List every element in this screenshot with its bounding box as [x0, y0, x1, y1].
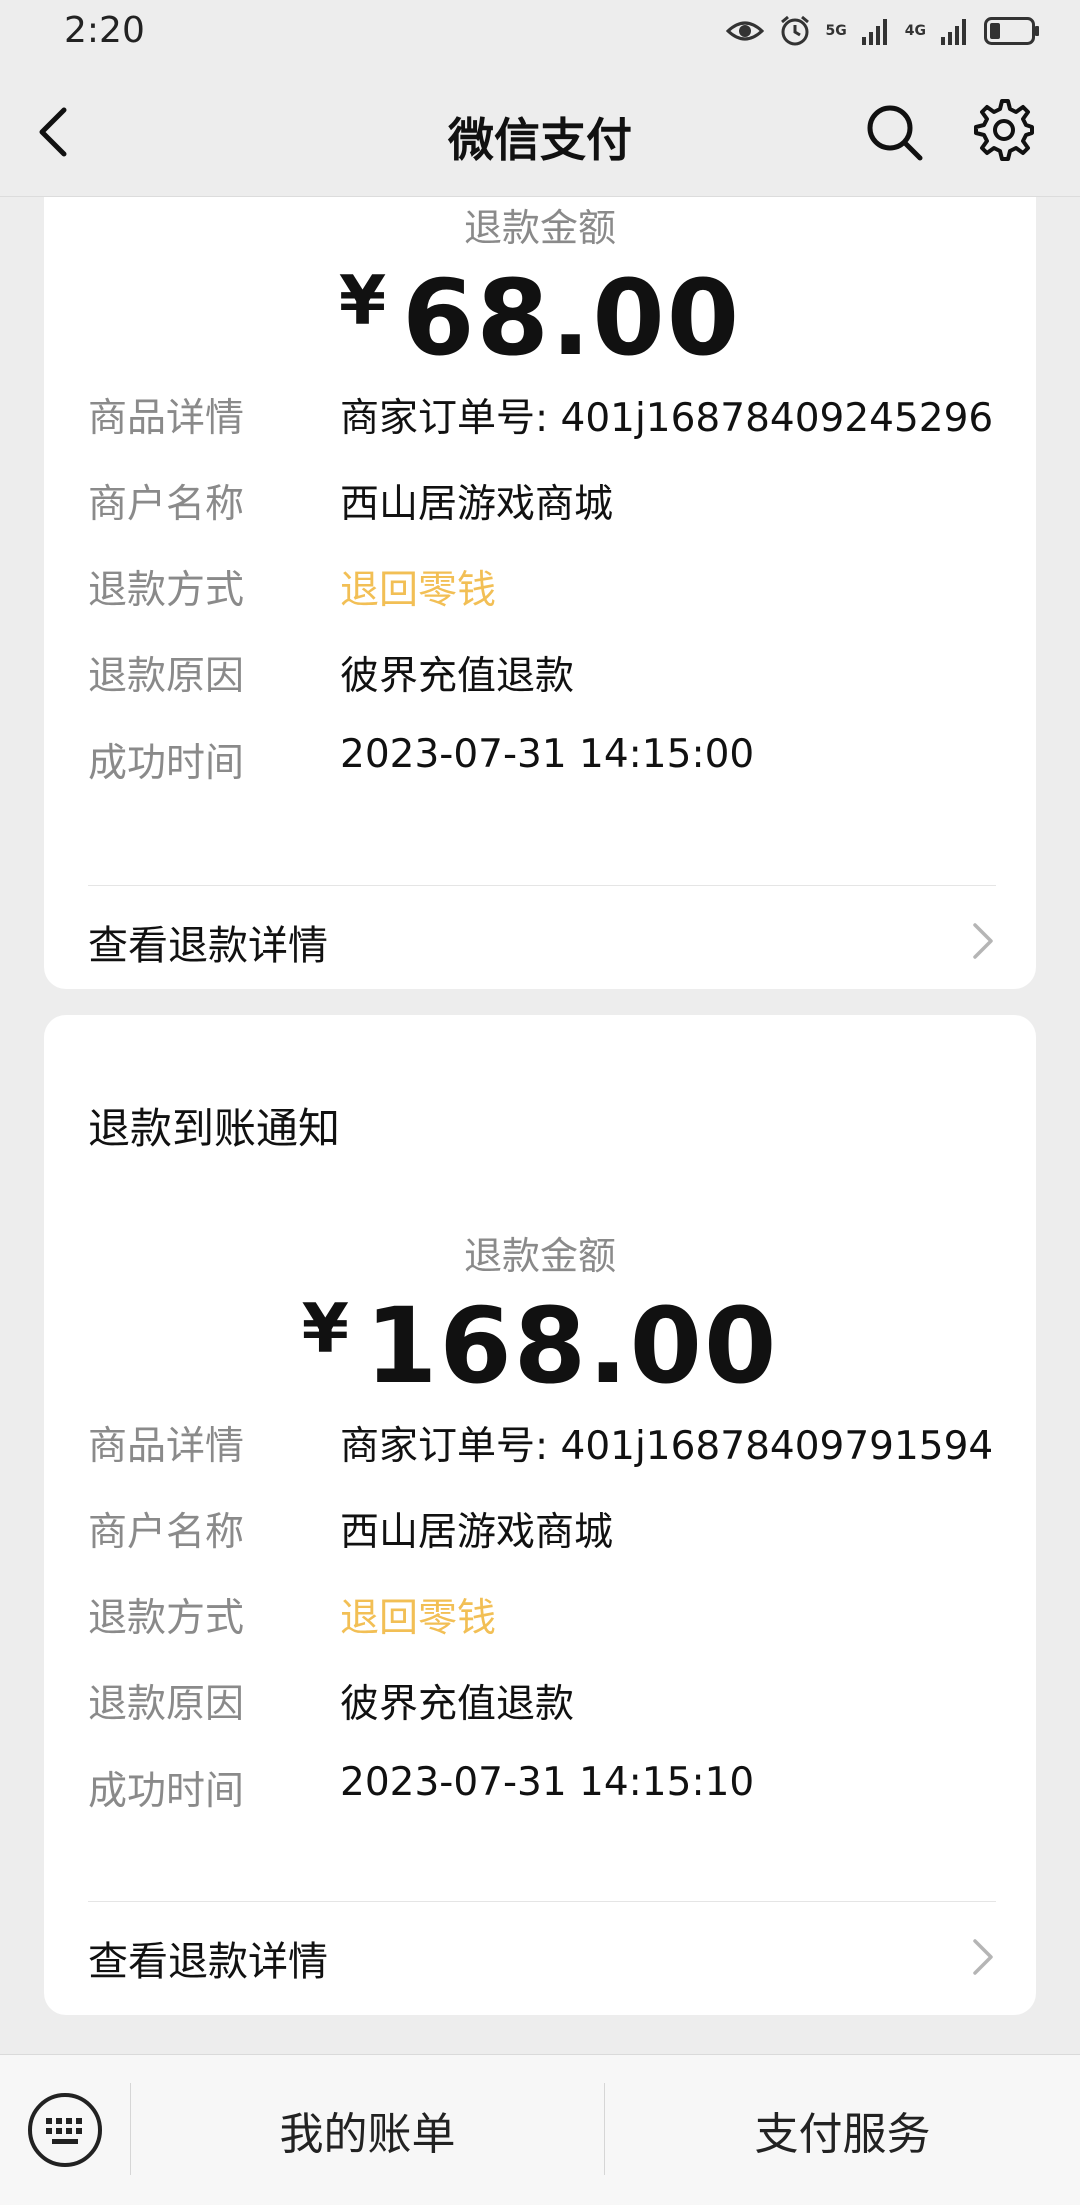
eye-icon — [725, 21, 764, 41]
detail-row-method: 退款方式 退回零钱 — [88, 1587, 996, 1647]
link-label: 查看退款详情 — [88, 1939, 328, 1985]
payment-services-label: 支付服务 — [754, 2109, 931, 2160]
divider — [88, 885, 996, 886]
detail-row-product: 商品详情 商家订单号: 401j16878409245296 — [88, 387, 996, 447]
status-bar: 2:20 5G 4G — [0, 0, 1080, 68]
detail-row-merchant: 商户名称 西山居游戏商城 — [88, 1501, 996, 1561]
row-value: 2023-07-31 14:15:00 — [340, 732, 755, 777]
amount-value: 168.00 — [365, 1285, 779, 1407]
row-label: 商品详情 — [88, 396, 245, 441]
detail-row-reason: 退款原因 彼界充值退款 — [88, 645, 996, 705]
detail-row-merchant: 商户名称 西山居游戏商城 — [88, 473, 996, 533]
row-label: 成功时间 — [88, 741, 245, 786]
refund-amount: ¥168.00 — [44, 1285, 1036, 1407]
detail-row-time: 成功时间 2023-07-31 14:15:00 — [88, 732, 996, 792]
detail-row-product: 商品详情 商家订单号: 401j16878409791594 — [88, 1415, 996, 1475]
gear-icon[interactable] — [972, 98, 1036, 162]
row-label: 商户名称 — [88, 1510, 245, 1555]
status-time: 2:20 — [64, 10, 145, 51]
refund-card: 退款金额 ¥68.00 商品详情 商家订单号: 401j168784092452… — [44, 197, 1036, 989]
link-label: 查看退款详情 — [88, 923, 328, 969]
view-refund-details-link[interactable]: 查看退款详情 — [88, 1923, 996, 1993]
view-refund-details-link[interactable]: 查看退款详情 — [88, 907, 996, 977]
row-label: 退款原因 — [88, 1682, 245, 1727]
signal-icon — [861, 19, 887, 45]
network-4g-label: 4G — [904, 23, 926, 39]
chevron-right-icon — [973, 1939, 993, 1975]
refund-amount: ¥68.00 — [44, 257, 1036, 379]
row-label: 退款方式 — [88, 1596, 245, 1641]
alarm-icon — [780, 15, 809, 46]
row-value: 西山居游戏商城 — [340, 1510, 614, 1555]
search-icon[interactable] — [864, 102, 924, 162]
header: 微信支付 — [0, 68, 1080, 197]
row-value: 退回零钱 — [340, 568, 497, 613]
row-label: 退款原因 — [88, 654, 245, 699]
keyboard-icon[interactable] — [26, 2091, 104, 2169]
message-list[interactable]: 退款金额 ¥68.00 商品详情 商家订单号: 401j168784092452… — [0, 197, 1080, 2053]
network-5g-label: 5G — [825, 23, 847, 39]
my-bills-button[interactable]: 我的账单 — [131, 2055, 604, 2205]
bottom-menu-bar: 我的账单 支付服务 — [0, 2054, 1080, 2205]
row-label: 商户名称 — [88, 482, 245, 527]
row-value: 彼界充值退款 — [340, 654, 575, 699]
row-label: 商品详情 — [88, 1424, 245, 1469]
row-value: 退回零钱 — [340, 1596, 497, 1641]
my-bills-label: 我的账单 — [279, 2109, 456, 2160]
battery-icon — [984, 17, 1039, 45]
currency-symbol: ¥ — [338, 262, 389, 341]
status-icons: 5G 4G — [725, 14, 1040, 48]
card-title: 退款到账通知 — [88, 1104, 341, 1153]
signal-icon-2 — [941, 19, 966, 45]
row-value: 商家订单号: 401j16878409791594 — [340, 1424, 994, 1469]
divider — [88, 1901, 996, 1902]
amount-label: 退款金额 — [463, 206, 616, 250]
row-value: 西山居游戏商城 — [340, 482, 614, 527]
amount-value: 68.00 — [402, 257, 742, 379]
payment-services-button[interactable]: 支付服务 — [605, 2055, 1080, 2205]
currency-symbol: ¥ — [301, 1290, 351, 1369]
amount-label: 退款金额 — [463, 1234, 616, 1278]
row-label: 退款方式 — [88, 568, 245, 613]
row-value: 2023-07-31 14:15:10 — [340, 1760, 755, 1805]
row-label: 成功时间 — [88, 1769, 245, 1814]
row-value: 商家订单号: 401j16878409245296 — [340, 396, 994, 441]
row-value: 彼界充值退款 — [340, 1682, 575, 1727]
detail-row-method: 退款方式 退回零钱 — [88, 559, 996, 619]
refund-notification-card: 退款到账通知 退款金额 ¥168.00 商品详情 商家订单号: 401j1687… — [44, 1015, 1036, 2015]
detail-row-time: 成功时间 2023-07-31 14:15:10 — [88, 1760, 996, 1820]
detail-row-reason: 退款原因 彼界充值退款 — [88, 1673, 996, 1733]
chevron-right-icon — [973, 923, 993, 959]
